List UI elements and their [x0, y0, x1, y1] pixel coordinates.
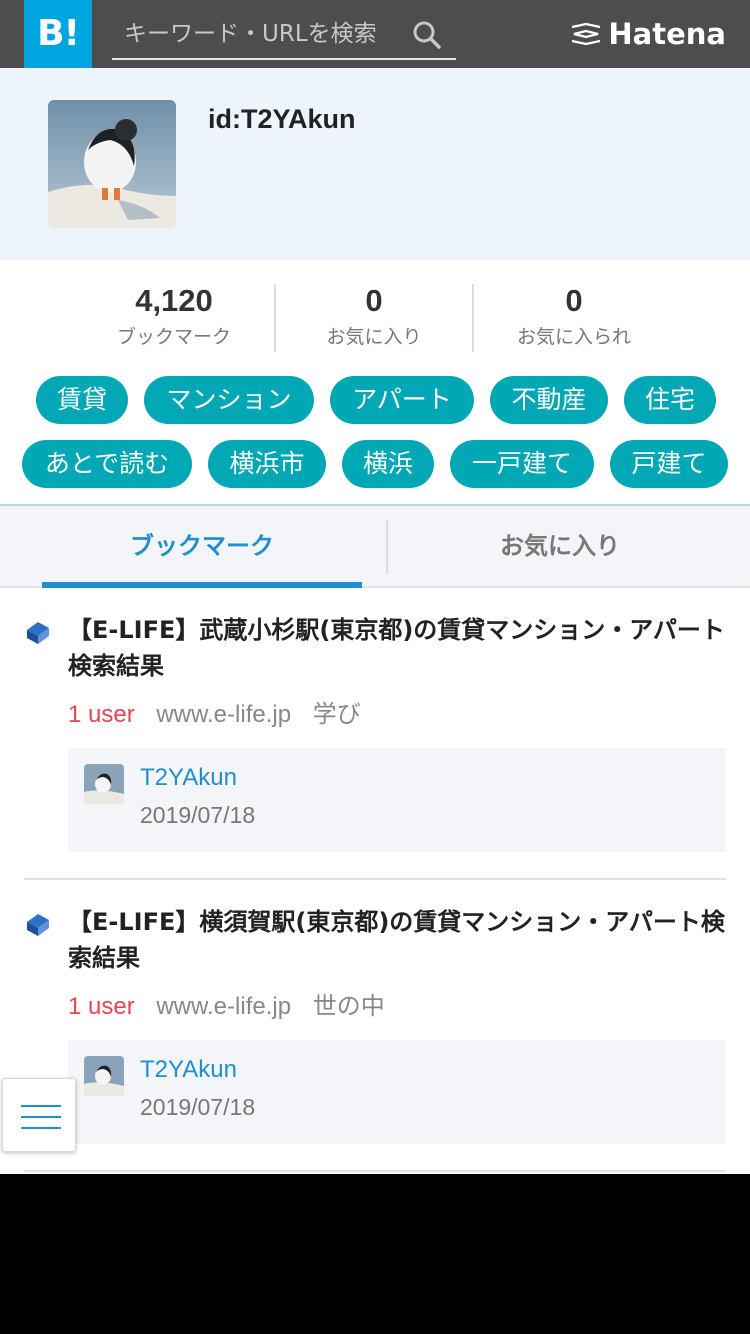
hatena-bookmark-logo[interactable]: B!: [24, 0, 92, 68]
tab-bookmarks[interactable]: ブックマーク: [42, 506, 362, 588]
tag-chip[interactable]: 一戸建て: [450, 440, 594, 488]
user-count-link[interactable]: 1 user: [68, 993, 135, 1020]
hatena-brand-icon: [572, 22, 601, 46]
entry-category-link[interactable]: 学び: [313, 700, 361, 728]
stat-bookmarks[interactable]: 4,120 ブックマーク: [74, 284, 274, 352]
profile-header: id:T2YAkun: [0, 68, 750, 260]
tag-chip[interactable]: 住宅: [624, 376, 716, 424]
profile-stats: 4,120 ブックマーク 0 お気に入り 0 お気に入られ: [74, 284, 676, 352]
page: B! Hatena: [0, 0, 750, 1174]
tag-chip[interactable]: あとで読む: [22, 440, 192, 488]
bookmark-comment: T2YAkun 2019/07/18: [68, 1040, 726, 1144]
avatar[interactable]: [84, 1056, 124, 1096]
comment-date: 2019/07/18: [140, 802, 256, 828]
tab-favorites[interactable]: お気に入り: [388, 506, 732, 588]
stat-favorites[interactable]: 0 お気に入り: [274, 284, 474, 352]
favicon-icon: [27, 914, 49, 936]
stat-value: 0: [565, 283, 583, 318]
comment-date: 2019/07/18: [140, 1094, 256, 1120]
tag-chip[interactable]: 横浜: [342, 440, 434, 488]
comment-username-link[interactable]: T2YAkun: [140, 764, 237, 792]
bookmark-comment: T2YAkun 2019/07/18: [68, 748, 726, 852]
menu-button[interactable]: [2, 1078, 76, 1152]
comment-username-link[interactable]: T2YAkun: [140, 1056, 237, 1084]
search-input[interactable]: [112, 14, 402, 54]
entry-meta: 1 user www.e-life.jp 学び: [68, 694, 361, 735]
stat-label: お気に入られ: [516, 326, 631, 348]
entry-domain-link[interactable]: www.e-life.jp: [156, 993, 291, 1020]
tag-chip[interactable]: 不動産: [490, 376, 608, 424]
tab-bar: ブックマーク お気に入り: [0, 504, 750, 588]
entry-divider: [24, 1170, 726, 1172]
favicon-icon: [27, 622, 49, 644]
bookmark-entry: 【E-LIFE】武蔵小杉駅(東京都)の賃貸マンション・アパート検索結果 1 us…: [24, 612, 726, 852]
entry-meta: 1 user www.e-life.jp 世の中: [68, 986, 385, 1027]
tag-chip[interactable]: マンション: [144, 376, 314, 424]
entry-title-link[interactable]: 【E-LIFE】横須賀駅(東京都)の賃貸マンション・アパート検索結果: [68, 904, 726, 976]
stat-value: 4,120: [135, 283, 213, 318]
entry-divider: [24, 878, 726, 880]
stat-label: ブックマーク: [116, 326, 231, 348]
brand-name: Hatena: [608, 17, 726, 51]
stat-label: お気に入り: [326, 326, 422, 348]
avatar[interactable]: [48, 100, 176, 228]
stat-value: 0: [365, 283, 383, 318]
bookmark-entry: 【E-LIFE】横須賀駅(東京都)の賃貸マンション・アパート検索結果 1 use…: [24, 904, 726, 1144]
stat-favorited-by[interactable]: 0 お気に入られ: [474, 284, 674, 352]
tag-chip[interactable]: 戸建て: [610, 440, 728, 488]
top-bar: B! Hatena: [0, 0, 750, 68]
avatar[interactable]: [84, 764, 124, 804]
user-id: id:T2YAkun: [208, 104, 356, 134]
tag-chip[interactable]: 横浜市: [208, 440, 326, 488]
tag-chip[interactable]: 賃貸: [36, 376, 128, 424]
user-count-link[interactable]: 1 user: [68, 701, 135, 728]
search-icon[interactable]: [412, 20, 442, 50]
search-box[interactable]: [112, 8, 456, 60]
entry-title-link[interactable]: 【E-LIFE】武蔵小杉駅(東京都)の賃貸マンション・アパート検索結果: [68, 612, 726, 684]
entry-category-link[interactable]: 世の中: [313, 992, 385, 1020]
entry-domain-link[interactable]: www.e-life.jp: [156, 701, 291, 728]
tag-chip[interactable]: アパート: [330, 376, 474, 424]
hatena-brand-link[interactable]: Hatena: [570, 14, 726, 54]
